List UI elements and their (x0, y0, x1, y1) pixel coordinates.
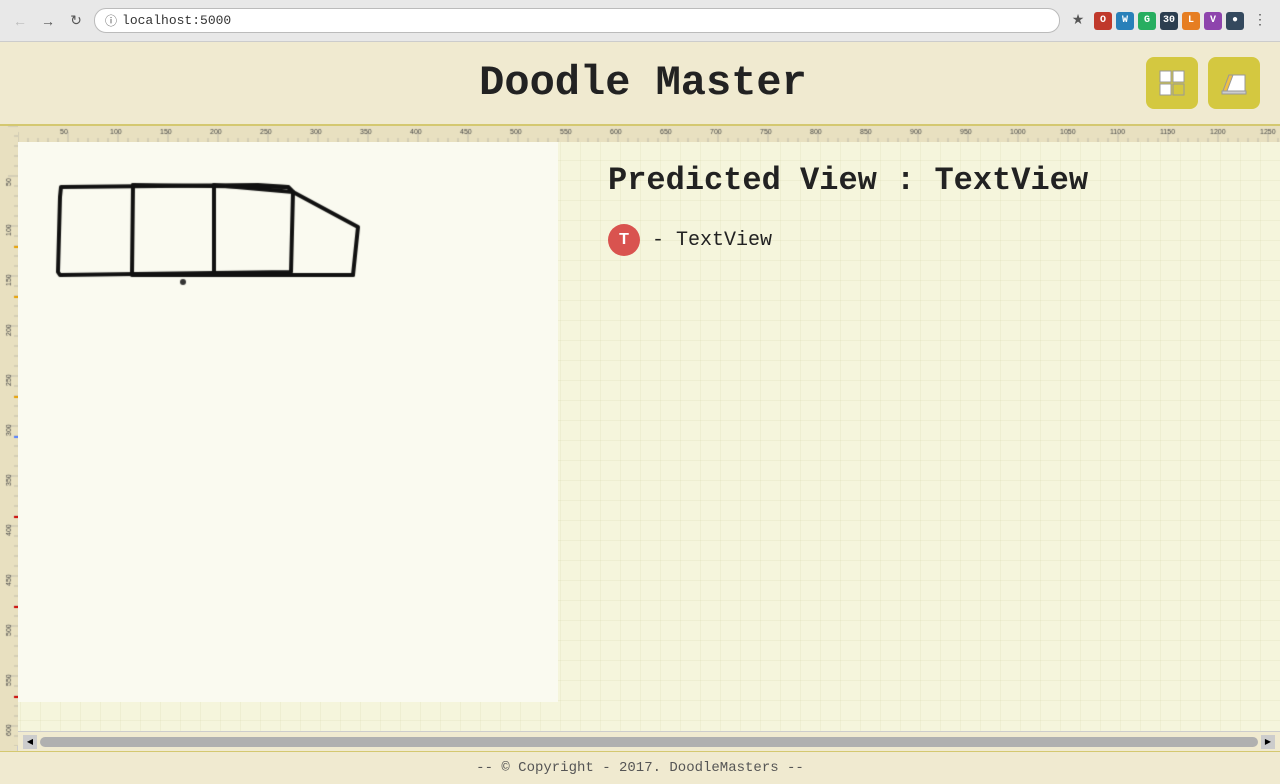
prediction-item-label: - TextView (652, 229, 772, 252)
ext-icon-5[interactable]: L (1182, 12, 1200, 30)
ext-icon-3[interactable]: G (1138, 12, 1156, 30)
top-ruler (18, 126, 1280, 142)
bookmark-icon[interactable]: ★ (1068, 11, 1088, 31)
ext-icon-6[interactable]: V (1204, 12, 1222, 30)
lock-icon: ⓘ (105, 12, 117, 29)
content-area: Predicted View : TextView T - TextView (18, 142, 1280, 731)
footer: -- © Copyright - 2017. DoodleMasters -- (0, 751, 1280, 784)
ext-icon-4[interactable]: 30 (1160, 12, 1178, 30)
main-content: Predicted View : TextView T - TextView ◀… (0, 126, 1280, 751)
scroll-right-arrow[interactable]: ▶ (1261, 735, 1275, 749)
prediction-panel: Predicted View : TextView T - TextView (578, 142, 1280, 731)
scroll-track[interactable] (40, 737, 1258, 747)
drawing-canvas-wrapper[interactable] (18, 142, 578, 731)
ext-icon-2[interactable]: W (1116, 12, 1134, 30)
prediction-item: T - TextView (608, 224, 1250, 256)
predicted-view-title: Predicted View : TextView (608, 162, 1250, 199)
app-title: Doodle Master (140, 59, 1146, 107)
back-button[interactable]: ← (10, 11, 30, 31)
eraser-icon (1219, 69, 1249, 97)
reload-button[interactable]: ↻ (66, 11, 86, 31)
header-icons (1146, 57, 1260, 109)
eraser-button[interactable] (1208, 57, 1260, 109)
address-bar[interactable]: ⓘ localhost:5000 (94, 8, 1060, 33)
grid-view-button[interactable] (1146, 57, 1198, 109)
bottom-scrollbar[interactable]: ◀ ▶ (18, 731, 1280, 751)
url-text: localhost:5000 (122, 13, 231, 28)
grid-icon (1158, 69, 1186, 97)
browser-chrome: ← → ↻ ⓘ localhost:5000 ★ O W G 30 L V ● … (0, 0, 1280, 42)
forward-button[interactable]: → (38, 11, 58, 31)
ext-icon-1[interactable]: O (1094, 12, 1112, 30)
prediction-badge: T (608, 224, 640, 256)
app-header: Doodle Master (0, 42, 1280, 126)
doodle-canvas[interactable] (18, 142, 558, 702)
browser-actions: ★ O W G 30 L V ● ⋮ (1068, 11, 1270, 31)
menu-icon[interactable]: ⋮ (1250, 11, 1270, 31)
copyright-text: -- © Copyright - 2017. DoodleMasters -- (476, 760, 804, 776)
ext-icon-7[interactable]: ● (1226, 12, 1244, 30)
extension-icons: O W G 30 L V ● (1094, 12, 1244, 30)
left-ruler (0, 126, 18, 751)
scroll-left-arrow[interactable]: ◀ (23, 735, 37, 749)
